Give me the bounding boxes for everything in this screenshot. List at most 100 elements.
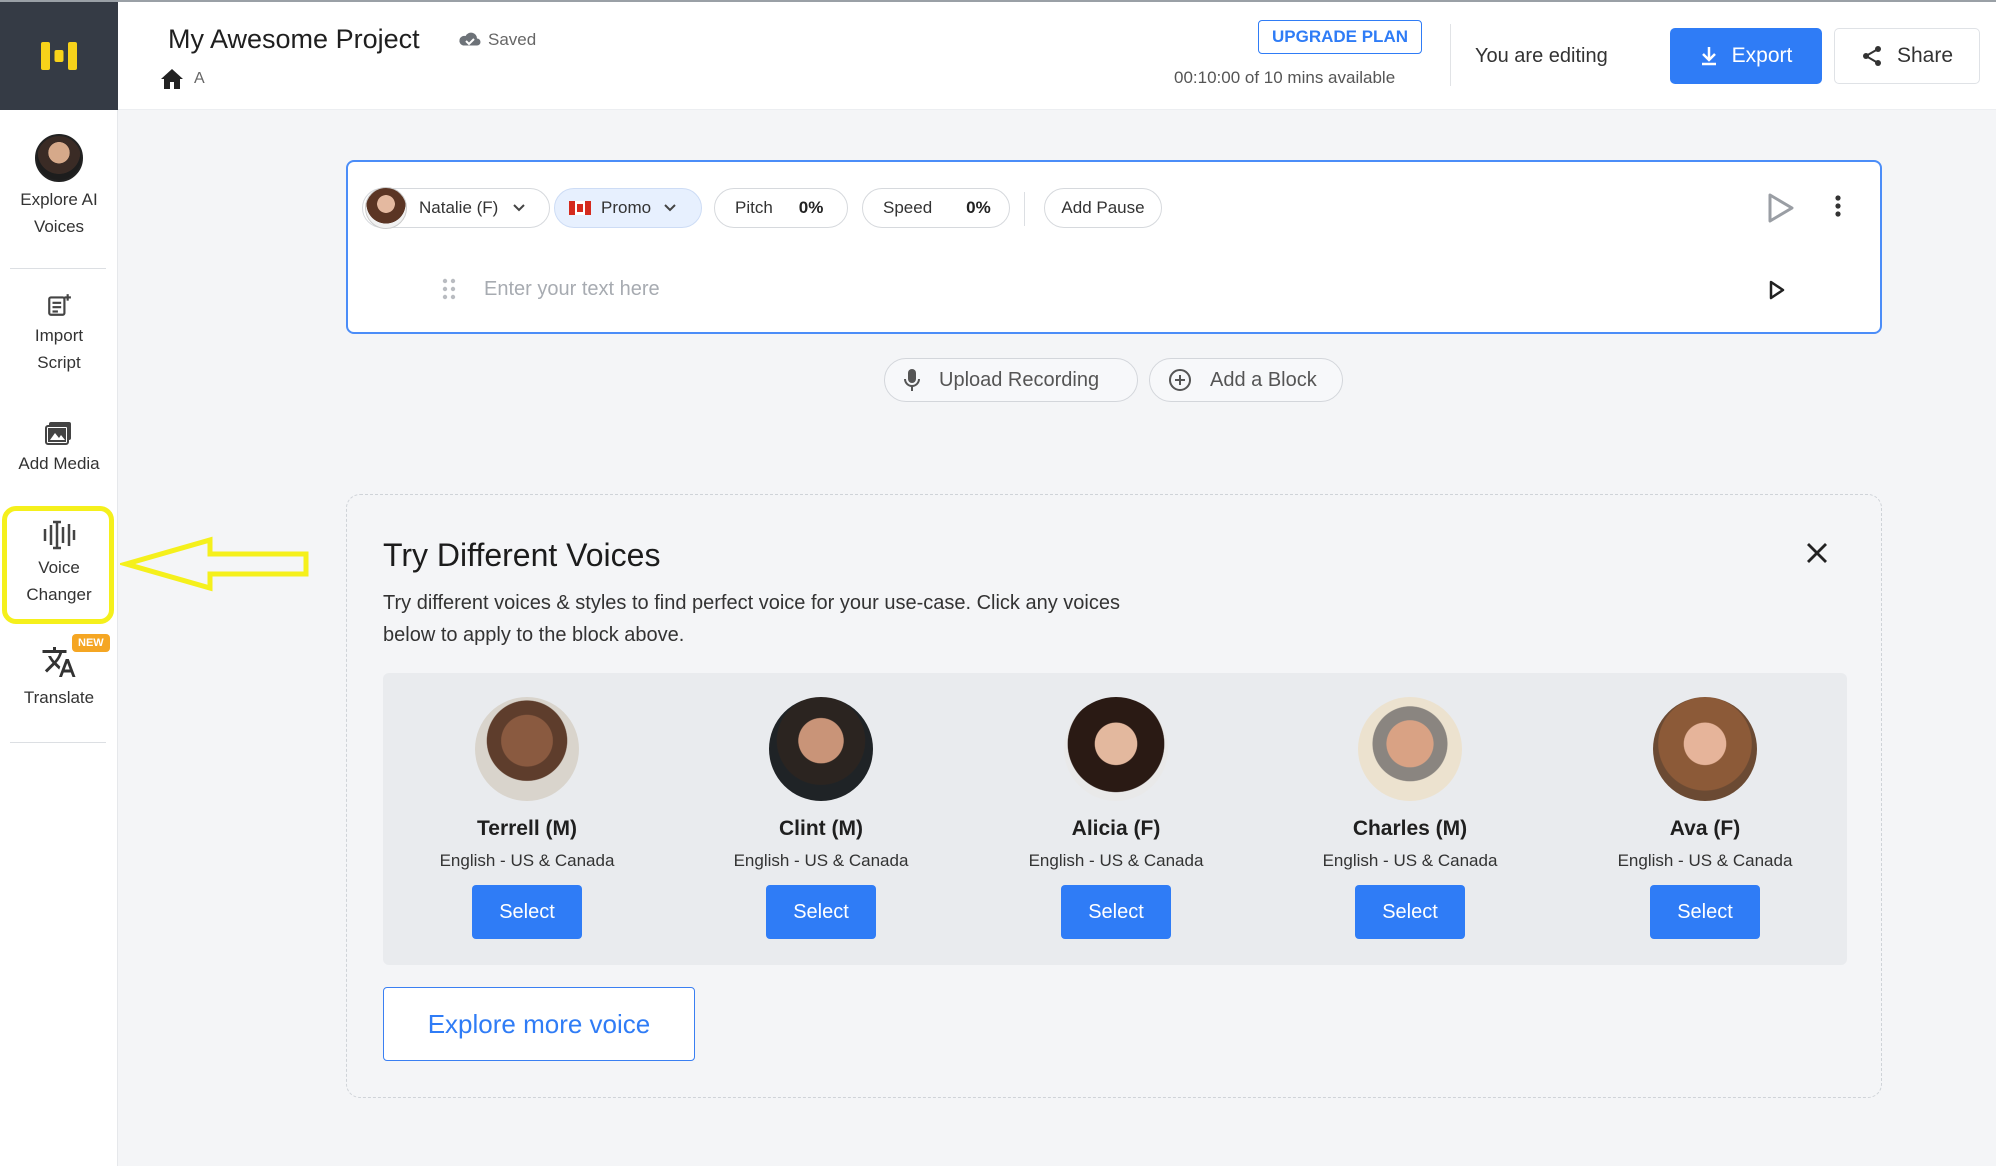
voice-card[interactable]: Ava (F) English - US & Canada Select [1585,673,1825,965]
saved-label: Saved [488,30,537,49]
import-script-icon [48,294,71,316]
sidebar-item-voice-changer[interactable]: Voice Changer [0,520,118,608]
upgrade-plan-button[interactable]: UPGRADE PLAN [1258,20,1422,54]
export-button[interactable]: Export [1670,28,1822,84]
panel-description: Try different voices & styles to find pe… [383,592,1120,646]
translate-icon [42,647,76,677]
sidebar-item-add-media[interactable]: Add Media [0,420,118,477]
sidebar: Explore AI Voices Import Script Add Medi… [0,2,118,1166]
export-label: Export [1731,44,1793,67]
play-icon[interactable] [1766,192,1796,224]
sidebar-item-label: Voices [33,217,85,236]
upload-recording-label: Upload Recording [939,368,1100,391]
add-block-label: Add a Block [1210,368,1317,391]
voice-name: Charles (M) [1352,817,1468,840]
add-block-button[interactable]: Add a Block [1149,358,1343,402]
download-icon [1701,47,1716,66]
voice-avatar [1653,697,1757,801]
voice-avatar [769,697,873,801]
media-icon [45,422,71,445]
voice-language: English - US & Canada [1322,851,1498,870]
play-line-icon[interactable] [1768,280,1786,300]
text-input[interactable]: Enter your text here [484,278,660,301]
breadcrumb: A [160,68,205,90]
pitch-value: 0% [798,198,824,217]
plus-circle-icon [1169,369,1191,391]
style-label: Promo [601,198,652,217]
sidebar-item-label: Translate [23,688,95,707]
sidebar-divider [10,742,106,743]
avatar [35,134,83,182]
project-title[interactable]: My Awesome Project [168,24,420,55]
upload-recording-button[interactable]: Upload Recording [884,358,1138,402]
voice-card[interactable]: Clint (M) English - US & Canada Select [701,673,941,965]
breadcrumb-label[interactable]: A [194,70,205,88]
sidebar-item-label: Explore AI [20,190,98,209]
voice-avatar [1358,697,1462,801]
voice-grid: Terrell (M) English - US & Canada Select… [383,673,1847,965]
pitch-label: Pitch [735,198,773,217]
pitch-control[interactable]: Pitch 0% [714,188,848,228]
saved-status: Saved [458,30,536,50]
share-label: Share [1896,44,1954,67]
text-block: Natalie (F) Promo Pitch 0% Speed 0% Add … [346,160,1882,334]
sidebar-item-explore-ai-voices[interactable]: Explore AI Voices [0,134,118,240]
more-options-icon[interactable] [1834,194,1842,218]
voice-avatar [475,697,579,801]
explore-more-voice-button[interactable]: Explore more voice [383,987,695,1061]
sidebar-item-import-script[interactable]: Import Script [0,292,118,376]
voice-language: English - US & Canada [1028,851,1204,870]
voice-card[interactable]: Alicia (F) English - US & Canada Select [996,673,1236,965]
sidebar-item-label: Changer [26,585,92,604]
voice-card[interactable]: Charles (M) English - US & Canada Select [1290,673,1530,965]
annotation-arrow-icon [120,536,309,592]
app-logo[interactable] [0,2,118,110]
voice-language: English - US & Canada [1617,851,1793,870]
select-button[interactable]: Select [1355,885,1465,939]
voice-card[interactable]: Terrell (M) English - US & Canada Select [407,673,647,965]
sidebar-item-label: Script [37,353,81,372]
app-logo-icon [41,42,77,70]
add-pause-button[interactable]: Add Pause [1044,188,1162,228]
header-divider [1450,24,1451,86]
voice-avatar [365,187,407,229]
select-button[interactable]: Select [766,885,876,939]
speed-value: 0% [966,198,991,217]
voice-language: English - US & Canada [439,851,615,870]
sidebar-item-translate[interactable]: Translate [0,644,118,711]
panel-title: Try Different Voices [383,537,661,573]
chevron-down-icon [513,204,526,212]
speed-label: Speed [883,198,933,217]
voice-avatar [1064,697,1168,801]
sidebar-item-label: Add Media [18,454,100,473]
close-icon[interactable] [1805,541,1829,565]
sidebar-item-label: Voice [38,558,80,577]
sidebar-divider [10,268,106,269]
voice-name: Terrell (M) [477,817,577,840]
header: My Awesome Project Saved A UPGRADE PLAN … [118,2,1996,110]
canada-flag-icon [569,201,591,215]
voice-name: Natalie (F) [419,198,499,217]
home-icon[interactable] [160,68,184,90]
select-button[interactable]: Select [1061,885,1171,939]
share-button[interactable]: Share [1834,28,1980,84]
minutes-available: 00:10:00 of 10 mins available [1174,68,1396,87]
microphone-icon [904,369,920,391]
voice-name: Ava (F) [1669,817,1741,840]
chevron-down-icon [664,204,676,212]
voice-language: English - US & Canada [733,851,909,870]
style-selector[interactable]: Promo [554,188,702,228]
voice-changer-icon [43,520,76,550]
share-icon [1862,46,1881,66]
voice-name: Clint (M) [779,817,863,840]
speed-control[interactable]: Speed 0% [862,188,1010,228]
select-button[interactable]: Select [472,885,582,939]
voice-selector[interactable]: Natalie (F) [362,187,550,229]
cloud-check-icon [459,32,481,46]
try-voices-panel: Try Different Voices Try different voice… [346,494,1882,1098]
voice-name: Alicia (F) [1071,817,1161,840]
drag-handle-icon[interactable] [442,278,456,300]
editing-status: You are editing [1475,45,1608,67]
select-button[interactable]: Select [1650,885,1760,939]
toolbar-divider [1024,192,1025,226]
